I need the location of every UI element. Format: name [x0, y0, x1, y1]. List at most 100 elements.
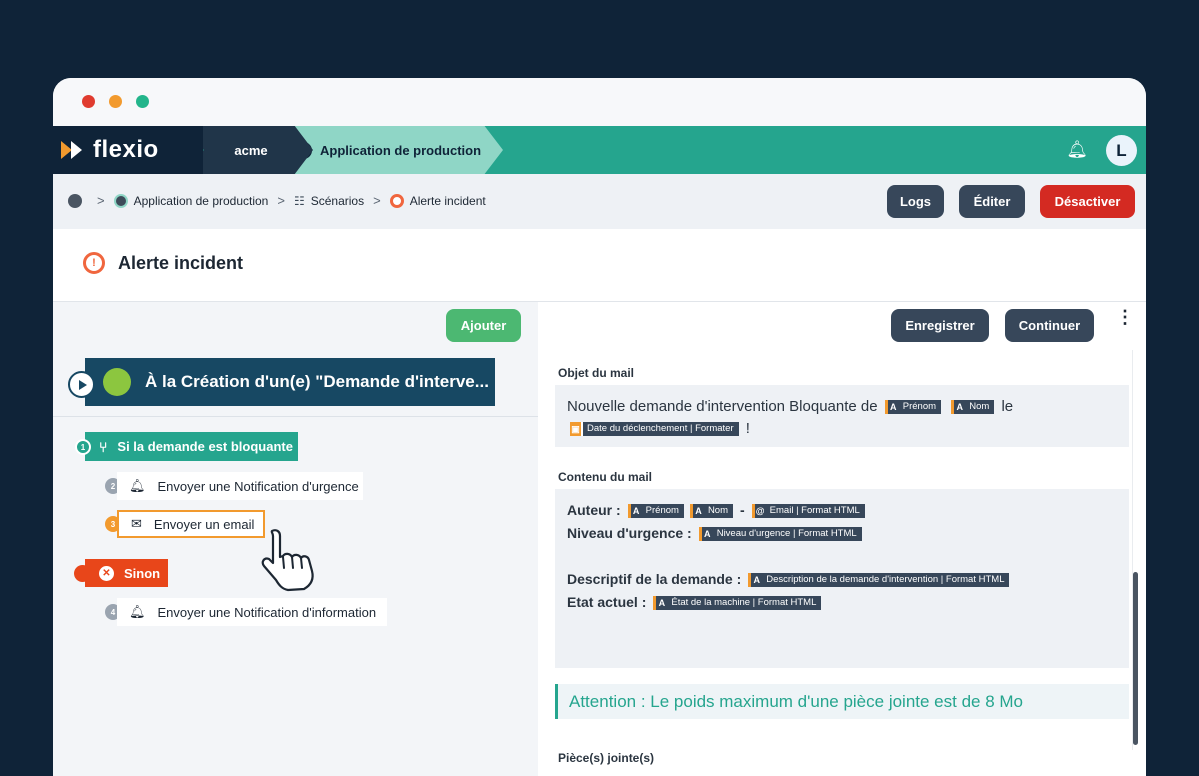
- chip-label: Date du déclenchement | Formater: [587, 423, 734, 435]
- play-icon[interactable]: [68, 371, 95, 398]
- alert-icon: [389, 193, 404, 208]
- close-circle-icon: ✕: [99, 565, 114, 581]
- nav-account-label: acme: [234, 142, 268, 158]
- description-label: Descriptif de la demande :: [567, 571, 742, 587]
- add-button[interactable]: Ajouter: [446, 309, 521, 342]
- content-line: Niveau d'urgence : A Niveau d'urgence | F…: [567, 522, 1117, 545]
- calendar-icon: ▣: [570, 422, 583, 437]
- chevron-right-icon: >: [277, 193, 285, 208]
- deactivate-button[interactable]: Désactiver: [1040, 185, 1135, 218]
- text-type-icon: A: [884, 400, 899, 415]
- variable-chip[interactable]: ▣ Date du déclenchement | Formater: [570, 422, 739, 437]
- chip-label: État de la machine | Format HTML: [671, 596, 817, 608]
- edit-button[interactable]: Éditer: [959, 185, 1025, 218]
- content-line: Descriptif de la demande : A Description …: [567, 568, 1117, 591]
- author-label: Auteur :: [567, 502, 621, 518]
- action-label: Envoyer un email: [153, 516, 255, 532]
- content-line: Etat actuel : A État de la machine | Form…: [567, 591, 1117, 614]
- action-node-send-email[interactable]: ✉ Envoyer un email: [117, 510, 265, 538]
- chip-label: Prénom: [902, 401, 937, 413]
- chip-label: Niveau d'urgence | Format HTML: [716, 527, 857, 539]
- chip-label: Prénom: [645, 504, 679, 516]
- separator-dash: -: [740, 502, 745, 518]
- action-node-info-notification[interactable]: 🔔︎ Envoyer une Notification d'informatio…: [117, 598, 387, 626]
- text-type-icon: A: [951, 400, 966, 415]
- trigger-status-dot: [103, 368, 131, 396]
- brand-name: flexio: [93, 136, 159, 163]
- chip-label: Description de la demande d'intervention…: [766, 573, 1005, 585]
- brand-logo[interactable]: flexio: [53, 126, 203, 174]
- variable-chip[interactable]: A Niveau d'urgence | Format HTML: [698, 526, 862, 541]
- text-type-icon: A: [627, 503, 642, 518]
- window-titlebar: [53, 78, 1146, 126]
- envelope-icon: ✉: [131, 516, 142, 531]
- chevron-right-icon: >: [97, 193, 105, 208]
- trigger-node[interactable]: À la Création d'un(e) "Demande d'interve…: [85, 358, 495, 406]
- text-type-icon: A: [748, 572, 763, 587]
- save-button[interactable]: Enregistrer: [891, 309, 989, 342]
- step-number: 1: [75, 439, 91, 455]
- maximize-window-dot[interactable]: [136, 95, 149, 108]
- variable-chip[interactable]: @ Email | Format HTML: [751, 503, 865, 518]
- subject-text: le: [1001, 398, 1014, 415]
- action-label: Envoyer une Notification d'information: [157, 604, 377, 620]
- logs-button[interactable]: Logs: [887, 185, 944, 218]
- state-label: Etat actuel :: [567, 594, 647, 610]
- continue-button[interactable]: Continuer: [1005, 309, 1094, 342]
- more-options-icon[interactable]: ⋮: [1116, 308, 1134, 326]
- page-header: ! Alerte incident: [53, 229, 1146, 301]
- condition-label: Si la demande est bloquante: [117, 439, 293, 454]
- subject-text: Nouvelle demande d'intervention Bloquant…: [567, 398, 878, 415]
- page-title: Alerte incident: [118, 253, 244, 273]
- chip-label: Nom: [707, 504, 728, 516]
- action-node-urgent-notification[interactable]: 🔔︎ Envoyer une Notification d'urgence: [117, 472, 363, 500]
- bell-icon[interactable]: 🔔︎: [1066, 140, 1088, 160]
- action-label: Envoyer une Notification d'urgence: [157, 478, 359, 494]
- subject-text: !: [745, 420, 750, 437]
- variable-chip[interactable]: A Prénom: [627, 503, 684, 518]
- minimize-window-dot[interactable]: [109, 95, 122, 108]
- condition-node[interactable]: ⑂ Si la demande est bloquante: [85, 432, 298, 461]
- close-window-dot[interactable]: [82, 95, 95, 108]
- hand-pointer-icon: [261, 529, 314, 592]
- content-field[interactable]: Auteur : A Prénom A Nom - @ Email | Format …: [555, 489, 1129, 668]
- variable-chip[interactable]: A Nom: [951, 400, 995, 415]
- attachments-label: Pièce(s) jointe(s): [558, 751, 655, 765]
- variable-chip[interactable]: A Description de la demande d'interventio…: [748, 572, 1010, 587]
- branch-icon: ⑂: [99, 438, 108, 455]
- urgency-label: Niveau d'urgence :: [567, 525, 692, 541]
- chevron-right-icon: >: [373, 193, 381, 208]
- app-window: Application de production acme flexio 🔔︎…: [53, 78, 1146, 776]
- text-type-icon: A: [689, 503, 704, 518]
- trigger-label: À la Création d'un(e) "Demande d'interve…: [145, 372, 489, 391]
- breadcrumb-item-app[interactable]: Application de production: [134, 194, 269, 208]
- bell-icon: 🔔︎: [129, 604, 146, 619]
- home-icon[interactable]: [68, 193, 82, 208]
- content-label: Contenu du mail: [558, 470, 652, 484]
- variable-chip[interactable]: A État de la machine | Format HTML: [653, 595, 822, 610]
- gauge-icon: [113, 193, 128, 208]
- variable-chip[interactable]: A Nom: [689, 503, 733, 518]
- text-type-icon: A: [653, 595, 668, 610]
- content-line: Auteur : A Prénom A Nom - @ Email | Format …: [567, 499, 1117, 522]
- breadcrumb-item-current: Alerte incident: [409, 193, 486, 208]
- at-icon: @: [751, 503, 766, 518]
- variable-chip[interactable]: A Prénom: [884, 400, 942, 415]
- scrollbar-thumb[interactable]: [1133, 572, 1138, 745]
- scenario-tree-panel: Ajouter À la Création d'un(e) "Demande d…: [53, 301, 538, 776]
- user-avatar[interactable]: L: [1106, 135, 1137, 166]
- nav-app-label: Application de production: [320, 142, 482, 158]
- email-editor-panel: Enregistrer Continuer ⋮ Objet du mail No…: [538, 301, 1146, 776]
- text-type-icon: A: [698, 526, 713, 541]
- breadcrumb: > Application de production > ☷ Scénario…: [68, 193, 486, 208]
- else-node[interactable]: ✕ Sinon: [85, 559, 168, 587]
- breadcrumb-bar: > Application de production > ☷ Scénario…: [53, 174, 1146, 229]
- divider: [53, 416, 538, 417]
- breadcrumb-item-scenarios[interactable]: Scénarios: [311, 194, 364, 208]
- alert-icon: !: [83, 252, 105, 274]
- flexio-logo-icon: [61, 139, 85, 161]
- subject-field[interactable]: Nouvelle demande d'intervention Bloquant…: [555, 385, 1129, 447]
- chip-label: Nom: [969, 401, 990, 413]
- attachment-warning: Attention : Le poids maximum d'une pièce…: [555, 684, 1129, 719]
- top-nav: Application de production acme flexio 🔔︎…: [53, 126, 1146, 174]
